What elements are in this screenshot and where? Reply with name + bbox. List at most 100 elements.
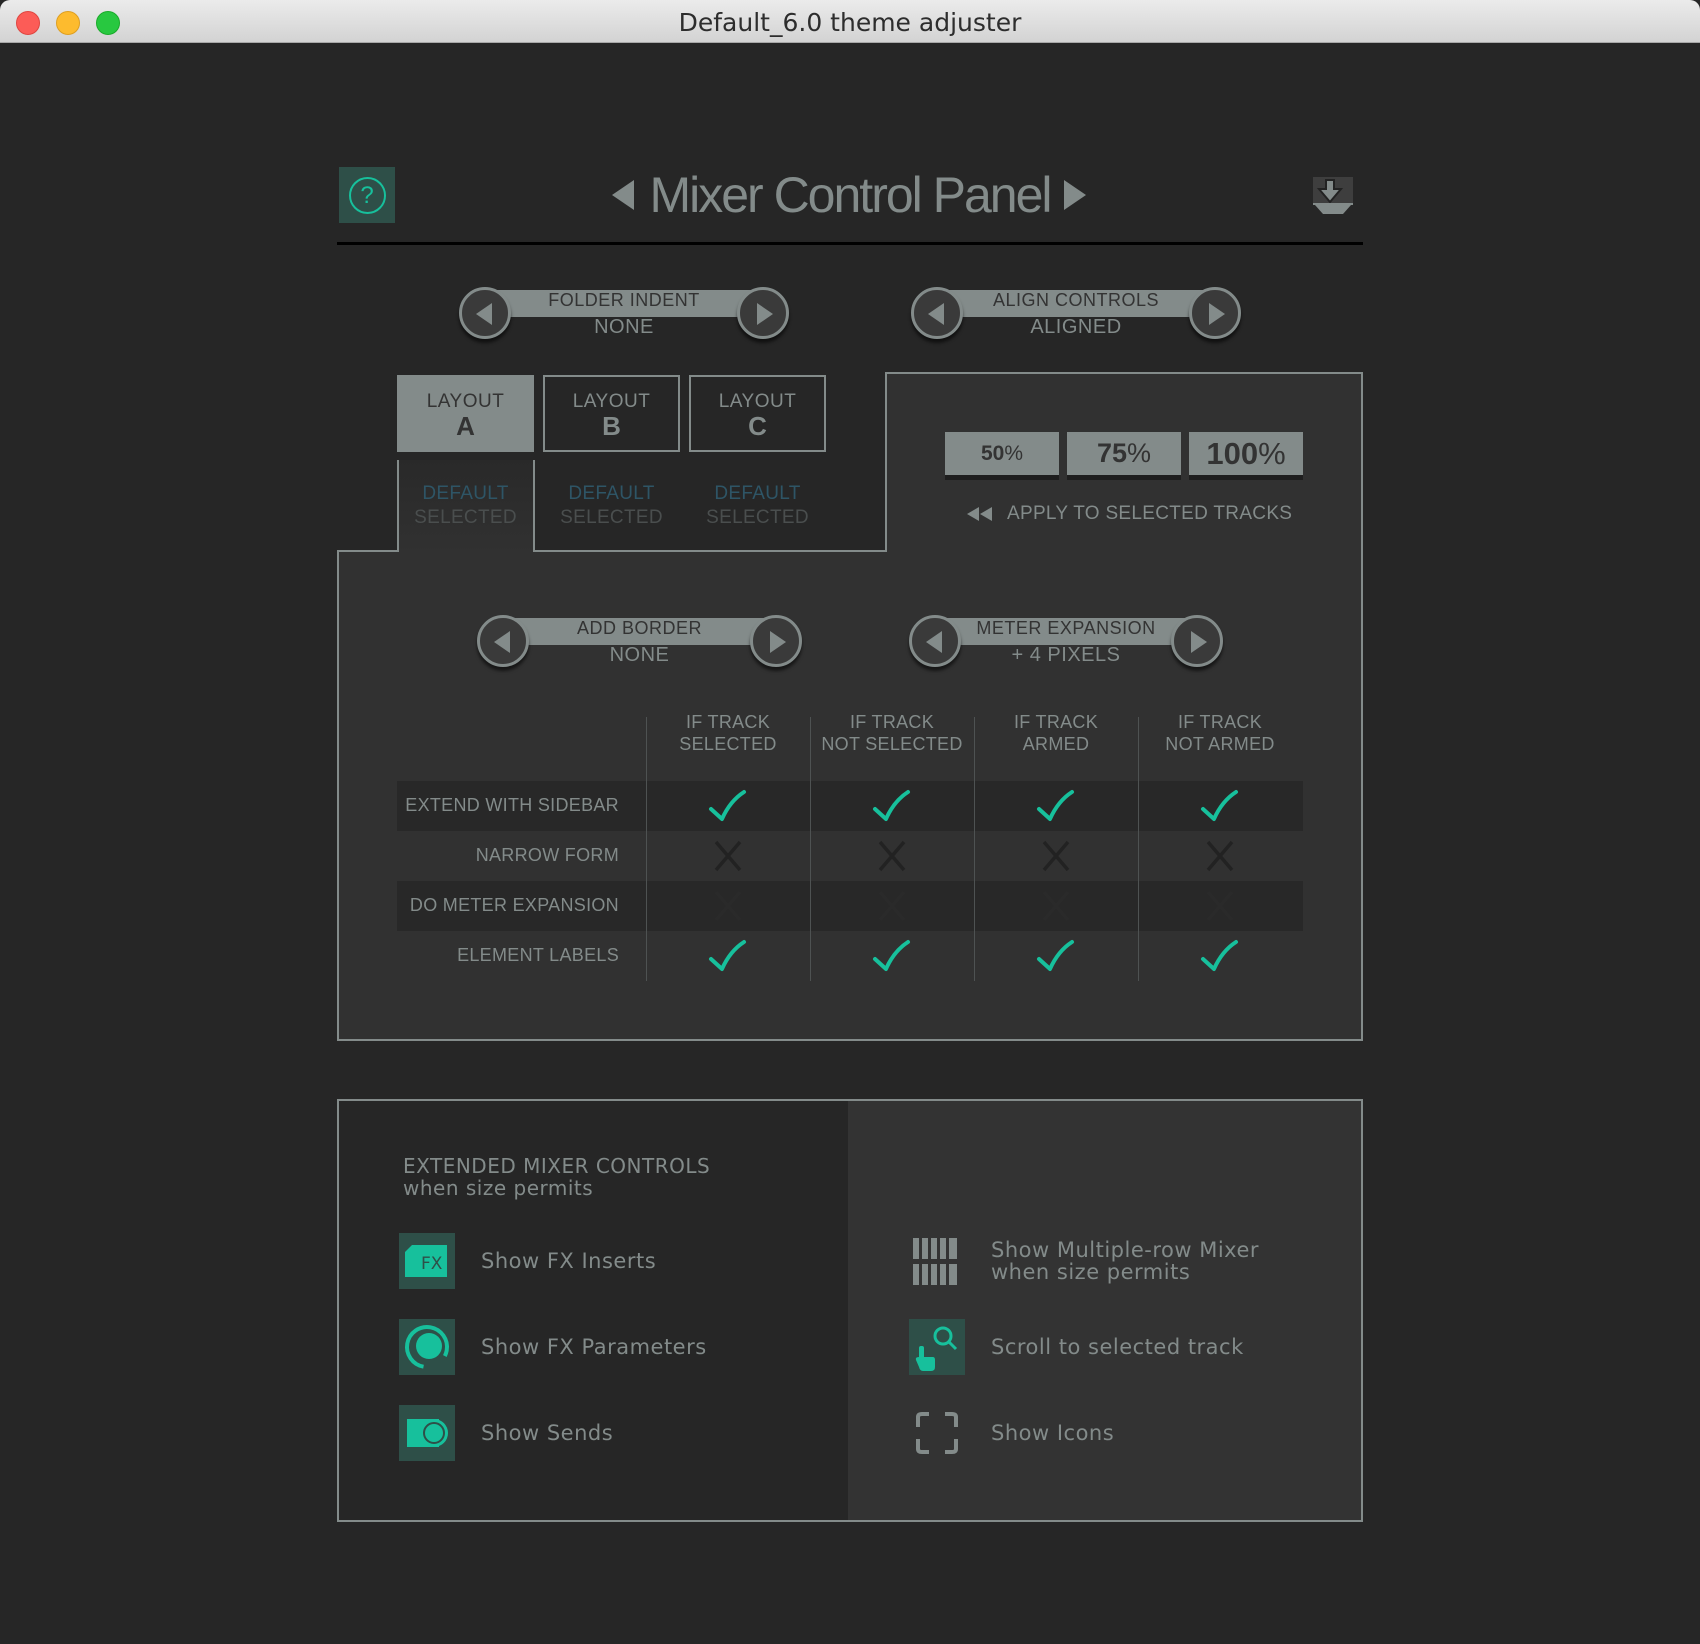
default-label: DEFAULT — [568, 483, 655, 504]
option-toggle-cell[interactable] — [646, 881, 810, 931]
zoom-value: 100 — [1206, 436, 1259, 471]
column-header-if-selected: IF TRACK SELECTED — [679, 712, 777, 754]
arrow-right-icon — [1209, 303, 1225, 325]
show-fx-inserts-toggle[interactable]: FX — [399, 1233, 455, 1289]
cross-icon — [1042, 840, 1070, 872]
header-divider — [337, 242, 1363, 245]
row-label: ELEMENT LABELS — [457, 945, 619, 965]
fx-parameters-knob-icon — [405, 1325, 449, 1369]
show-fx-parameters-label[interactable]: Show FX Parameters — [481, 1336, 707, 1358]
folder-indent-prev-button[interactable] — [459, 287, 511, 339]
help-button[interactable]: ? — [339, 167, 395, 223]
option-toggle-cell[interactable] — [1138, 881, 1302, 931]
row-label: NARROW FORM — [475, 845, 619, 865]
option-toggle-cell[interactable] — [974, 781, 1138, 831]
show-fx-inserts-label[interactable]: Show FX Inserts — [481, 1250, 656, 1272]
row-label: DO METER EXPANSION — [409, 895, 619, 915]
percent-sign: % — [1004, 442, 1024, 465]
extended-title: EXTENDED MIXER CONTROLS — [403, 1154, 711, 1178]
panel-border — [533, 550, 887, 552]
checkmark-icon — [873, 940, 910, 971]
cross-icon — [878, 890, 906, 922]
checkmark-icon — [1037, 940, 1074, 971]
scroll-to-selected-track-toggle[interactable] — [909, 1319, 965, 1375]
download-button[interactable] — [1313, 177, 1353, 215]
arrow-right-icon — [770, 631, 786, 653]
cross-icon — [714, 840, 742, 872]
svg-text:FX: FX — [421, 1254, 443, 1274]
layout-tab-c[interactable]: LAYOUT C — [689, 375, 826, 452]
meter-expansion-next-button[interactable] — [1171, 615, 1223, 667]
option-toggle-cell[interactable] — [1138, 931, 1302, 981]
show-icons-label[interactable]: Show Icons — [991, 1422, 1114, 1444]
show-fx-parameters-toggle[interactable] — [399, 1319, 455, 1375]
layout-tab-title: LAYOUT — [426, 391, 505, 412]
layout-tab-title: LAYOUT — [572, 391, 651, 412]
layout-tab-title: LAYOUT — [718, 391, 797, 412]
scroll-to-selected-track-label[interactable]: Scroll to selected track — [991, 1336, 1244, 1358]
checkmark-icon — [1037, 790, 1074, 821]
arrow-left-icon — [494, 631, 510, 653]
option-toggle-cell[interactable] — [810, 931, 974, 981]
option-toggle-cell[interactable] — [646, 781, 810, 831]
add-border-selector: ADD BORDER NONE — [477, 615, 802, 671]
option-toggle-cell[interactable] — [646, 931, 810, 981]
panel-border — [337, 550, 339, 1041]
panel-border — [337, 1039, 1363, 1041]
zoom-100-button[interactable]: 100% — [1189, 432, 1303, 475]
show-multi-row-mixer-label[interactable]: Show Multiple-row Mixer when size permit… — [991, 1239, 1259, 1283]
row-label: EXTEND WITH SIDEBAR — [405, 795, 619, 815]
window-title: Default_6.0 theme adjuster — [678, 8, 1022, 37]
sends-icon — [407, 1419, 448, 1447]
layout-c-default-selected[interactable]: DEFAULT SELECTED — [689, 482, 826, 530]
percent-sign: % — [1127, 438, 1152, 468]
show-sends-toggle[interactable] — [399, 1405, 455, 1461]
show-icons-toggle[interactable] — [909, 1405, 965, 1461]
option-toggle-cell[interactable] — [1138, 781, 1302, 831]
panel-border — [1361, 372, 1363, 1041]
next-page-arrow-icon[interactable] — [1064, 180, 1086, 210]
layout-tab-b[interactable]: LAYOUT B — [543, 375, 680, 452]
layout-a-default-selected[interactable]: DEFAULT SELECTED — [397, 482, 534, 530]
option-toggle-cell[interactable] — [974, 881, 1138, 931]
arrow-left-icon — [476, 303, 492, 325]
multi-row-label-line1: Show Multiple-row Mixer — [991, 1238, 1259, 1262]
option-toggle-cell[interactable] — [974, 931, 1138, 981]
zoom-value: 50 — [980, 442, 1005, 465]
panel-border — [885, 372, 1363, 374]
option-toggle-cell[interactable] — [810, 831, 974, 881]
apply-to-selected-tracks-button[interactable]: APPLY TO SELECTED TRACKS — [967, 501, 1292, 527]
apply-label: APPLY TO SELECTED TRACKS — [1007, 503, 1293, 524]
add-border-prev-button[interactable] — [477, 615, 529, 667]
panel-border — [885, 373, 887, 552]
show-multi-row-mixer-toggle[interactable] — [909, 1233, 965, 1289]
option-toggle-cell[interactable] — [974, 831, 1138, 881]
extended-controls-heading: EXTENDED MIXER CONTROLS when size permit… — [403, 1155, 710, 1199]
align-controls-prev-button[interactable] — [911, 287, 963, 339]
scroll-to-track-icon — [915, 1326, 958, 1371]
option-toggle-cell[interactable] — [810, 881, 974, 931]
add-border-next-button[interactable] — [750, 615, 802, 667]
rewind-arrows-icon — [967, 507, 993, 521]
meter-expansion-prev-button[interactable] — [909, 615, 961, 667]
cross-icon — [714, 890, 742, 922]
folder-indent-next-button[interactable] — [737, 287, 789, 339]
zoom-50-button[interactable]: 50% — [945, 432, 1059, 475]
layout-b-default-selected[interactable]: DEFAULT SELECTED — [543, 482, 680, 530]
cross-icon — [1206, 890, 1234, 922]
option-toggle-cell[interactable] — [646, 831, 810, 881]
layout-tab-a[interactable]: LAYOUT A — [397, 375, 534, 452]
layout-tab-letter: B — [602, 411, 621, 441]
column-header-if-not-selected: IF TRACK NOT SELECTED — [821, 712, 963, 754]
layout-tab-letter: C — [748, 411, 767, 441]
prev-page-arrow-icon[interactable] — [612, 180, 634, 210]
selected-label: SELECTED — [560, 507, 663, 528]
show-sends-label[interactable]: Show Sends — [481, 1422, 613, 1444]
align-controls-next-button[interactable] — [1189, 287, 1241, 339]
selected-label: SELECTED — [414, 507, 517, 528]
checkmark-icon — [709, 790, 746, 821]
fx-inserts-icon: FX — [405, 1245, 447, 1277]
option-toggle-cell[interactable] — [1138, 831, 1302, 881]
option-toggle-cell[interactable] — [810, 781, 974, 831]
zoom-75-button[interactable]: 75% — [1067, 432, 1181, 475]
